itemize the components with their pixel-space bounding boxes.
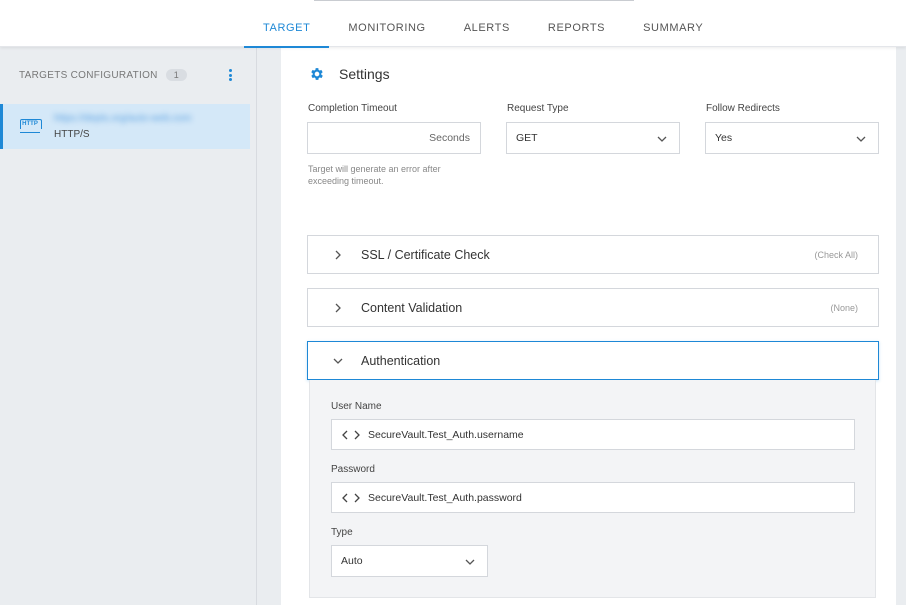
target-type: HTTP/S bbox=[54, 129, 90, 140]
tab-monitoring[interactable]: MONITORING bbox=[329, 0, 444, 47]
timeout-unit: Seconds bbox=[429, 132, 470, 144]
password-label: Password bbox=[331, 464, 375, 475]
ssl-section-title: SSL / Certificate Check bbox=[361, 247, 490, 262]
auth-section-title: Authentication bbox=[361, 353, 441, 368]
settings-title: Settings bbox=[339, 66, 390, 82]
tab-target[interactable]: TARGET bbox=[244, 0, 330, 48]
follow-redirects-select[interactable]: Yes bbox=[705, 122, 879, 154]
auth-type-value: Auto bbox=[341, 555, 363, 567]
ssl-certificate-section[interactable]: SSL / Certificate Check (Check All) bbox=[307, 235, 879, 274]
content-gutter-right bbox=[896, 47, 906, 605]
completion-timeout-label: Completion Timeout bbox=[308, 103, 397, 114]
targets-config-header: TARGETS CONFIGURATION 1 bbox=[19, 69, 188, 81]
chevron-right-icon bbox=[335, 250, 341, 259]
username-value: SecureVault.Test_Auth.username bbox=[368, 428, 524, 441]
content-validation-section[interactable]: Content Validation (None) bbox=[307, 288, 879, 327]
chevron-down-icon bbox=[333, 358, 343, 364]
target-url: https://depts.org/auto-web.com bbox=[54, 113, 192, 124]
chevron-down-icon bbox=[856, 136, 866, 142]
settings-header: Settings bbox=[309, 66, 390, 82]
tab-bar: TARGET MONITORING ALERTS REPORTS SUMMARY bbox=[244, 0, 722, 48]
http-icon: HTTP bbox=[20, 119, 42, 133]
authentication-section[interactable]: Authentication bbox=[307, 341, 879, 380]
timeout-hint: Target will generate an error after exce… bbox=[308, 164, 441, 186]
target-list-item[interactable]: HTTP https://depts.org/auto-web.com HTTP… bbox=[0, 104, 250, 149]
ssl-section-status: (Check All) bbox=[814, 249, 858, 260]
auth-type-select[interactable]: Auto bbox=[331, 545, 488, 577]
top-navigation: TARGET MONITORING ALERTS REPORTS SUMMARY bbox=[0, 0, 906, 48]
password-field[interactable]: SecureVault.Test_Auth.password bbox=[331, 482, 855, 513]
auth-type-label: Type bbox=[331, 527, 353, 538]
password-value: SecureVault.Test_Auth.password bbox=[368, 491, 522, 504]
request-type-value: GET bbox=[516, 132, 538, 144]
content-section-status: (None) bbox=[830, 302, 858, 313]
request-type-select[interactable]: GET bbox=[506, 122, 680, 154]
tab-alerts[interactable]: ALERTS bbox=[445, 0, 529, 47]
chevron-down-icon bbox=[465, 559, 475, 565]
tab-reports[interactable]: REPORTS bbox=[529, 0, 624, 47]
follow-redirects-label: Follow Redirects bbox=[706, 103, 780, 114]
code-icon bbox=[342, 493, 360, 502]
content-section-title: Content Validation bbox=[361, 300, 463, 315]
gear-icon bbox=[311, 68, 323, 80]
chevron-right-icon bbox=[335, 303, 341, 312]
targets-config-title: TARGETS CONFIGURATION bbox=[19, 69, 158, 81]
more-options-icon[interactable] bbox=[223, 67, 237, 83]
request-type-label: Request Type bbox=[507, 103, 569, 114]
targets-count-badge: 1 bbox=[165, 69, 188, 81]
targets-sidebar: TARGETS CONFIGURATION 1 HTTP https://dep… bbox=[0, 47, 257, 605]
username-field[interactable]: SecureVault.Test_Auth.username bbox=[331, 419, 855, 450]
code-icon bbox=[342, 430, 360, 439]
content-gutter-left bbox=[257, 47, 281, 605]
username-label: User Name bbox=[331, 401, 382, 412]
tab-summary[interactable]: SUMMARY bbox=[624, 0, 722, 47]
completion-timeout-input[interactable]: Seconds bbox=[307, 122, 481, 154]
follow-redirects-value: Yes bbox=[715, 132, 733, 144]
chevron-down-icon bbox=[657, 136, 667, 142]
